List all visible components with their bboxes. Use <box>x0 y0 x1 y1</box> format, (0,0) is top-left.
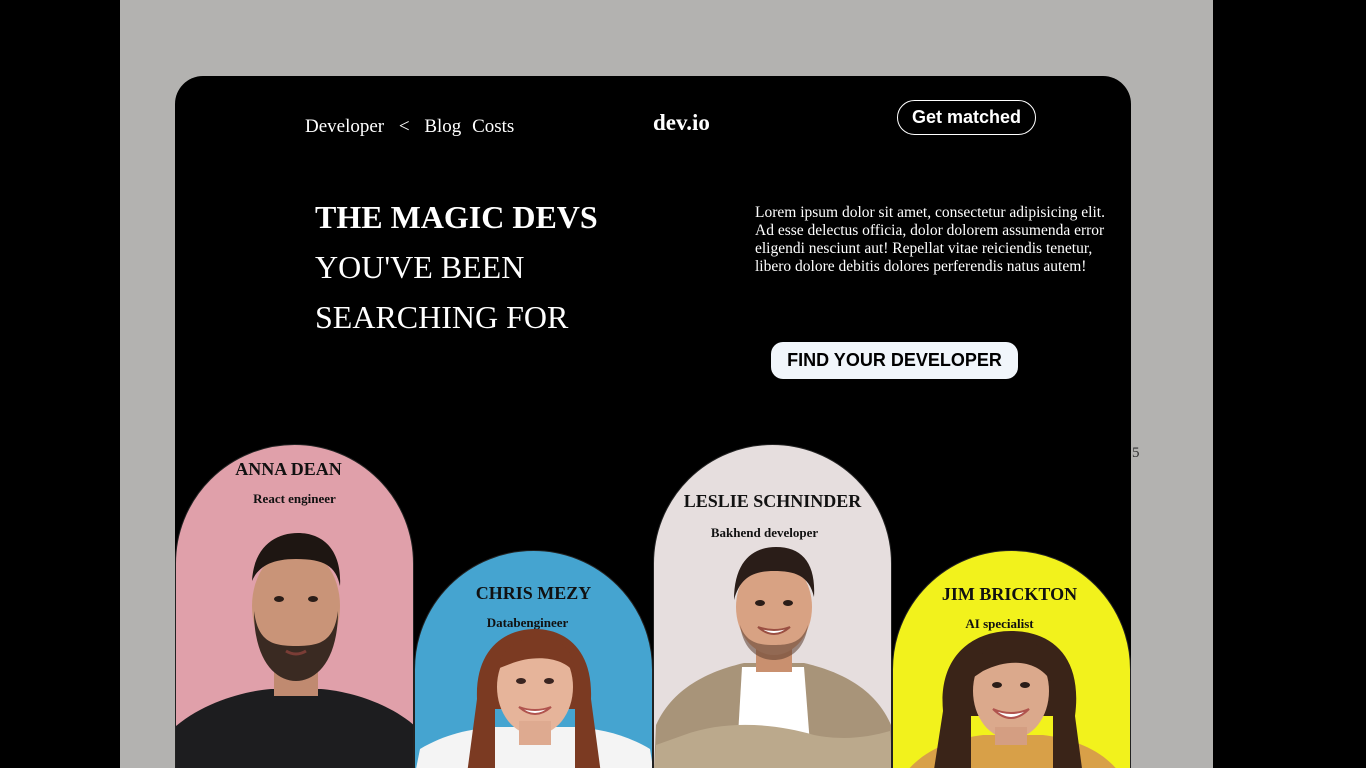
developer-role: React engineer <box>253 491 336 506</box>
developer-photo <box>654 547 891 768</box>
top-nav: Developer < Blog Costs <box>305 116 520 138</box>
developer-photo <box>416 629 652 768</box>
nav-link-costs[interactable]: Costs <box>472 116 514 137</box>
developer-card-anna[interactable]: ANNA DEAN React engineer <box>175 444 414 768</box>
headline-line-2: YOU'VE BEEN <box>315 249 525 285</box>
developer-card-leslie[interactable]: LESLIE SCHNINDER Bakhend developer <box>653 444 892 768</box>
nav-link-developer[interactable]: Developer <box>305 116 384 137</box>
developer-name: ANNA DEAN <box>235 459 342 479</box>
get-matched-button[interactable]: Get matched <box>897 100 1036 135</box>
developer-card-jim[interactable]: JIM BRICKTON AI specialist <box>892 550 1131 768</box>
developer-role: AI specialist <box>965 616 1034 631</box>
brand-logo[interactable]: dev.io <box>653 110 710 136</box>
hero-headline: THE MAGIC DEVS YOU'VE BEEN SEARCHING FOR <box>315 192 598 342</box>
headline-line-3: SEARCHING FOR <box>315 299 569 335</box>
hero-intro-text: Lorem ipsum dolor sit amet, consectetur … <box>755 204 1105 275</box>
headline-line-1: THE MAGIC DEVS <box>315 199 598 235</box>
developer-role: Bakhend developer <box>710 525 819 540</box>
developer-card-chris[interactable]: CHRIS MEZY Databengineer <box>414 550 653 768</box>
developer-name: CHRIS MEZY <box>475 583 592 603</box>
developer-photo <box>176 533 413 768</box>
developer-photo <box>909 631 1116 768</box>
nav-link-blog[interactable]: Blog <box>424 116 461 137</box>
page-viewport: Developer < Blog Costs dev.io Get matche… <box>120 0 1213 768</box>
developer-name: JIM BRICKTON <box>941 584 1078 604</box>
stray-text: 5 <box>1132 445 1140 461</box>
developer-name: LESLIE SCHNINDER <box>683 491 862 511</box>
hero-card: Developer < Blog Costs dev.io Get matche… <box>175 76 1131 768</box>
nav-separator: < <box>398 116 410 137</box>
find-developer-button[interactable]: FIND YOUR DEVELOPER <box>771 342 1018 379</box>
